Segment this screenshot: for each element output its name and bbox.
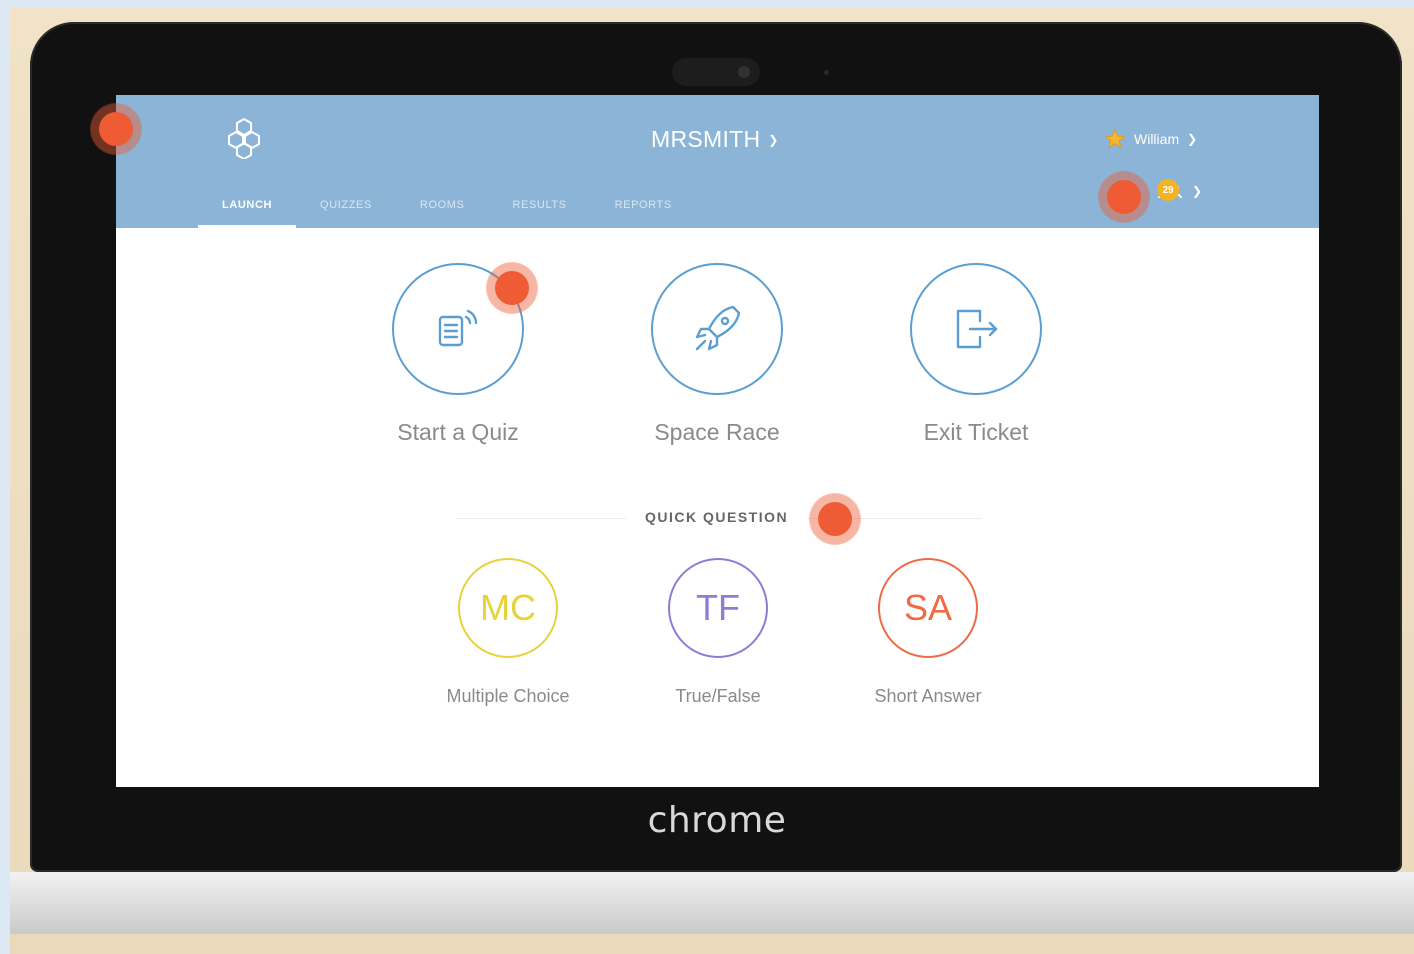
hotspot-marker[interactable] — [99, 112, 133, 146]
chevron-down-icon: ❯ — [1192, 184, 1203, 198]
multiple-choice-button[interactable]: MC — [458, 558, 558, 658]
rocket-icon — [695, 305, 741, 351]
user-name: William — [1134, 131, 1180, 147]
chevron-down-icon: ❯ — [768, 132, 779, 147]
quick-question-title: QUICK QUESTION — [626, 509, 808, 525]
chevron-down-icon: ❯ — [1187, 132, 1198, 146]
true-false-label: True/False — [675, 686, 761, 706]
tab-results[interactable]: RESULTS — [512, 195, 566, 228]
true-false-button[interactable]: TF — [668, 558, 768, 658]
room-selector[interactable]: MRSMITH ❯ — [651, 126, 779, 153]
room-name: MRSMITH — [651, 126, 761, 152]
space-race-action[interactable]: Space Race — [617, 263, 817, 446]
hotspot-marker[interactable] — [818, 502, 852, 536]
quiz-document-icon — [438, 309, 478, 347]
multiple-choice-label: Multiple Choice — [446, 686, 570, 706]
short-answer-label: Short Answer — [874, 686, 982, 706]
tab-rooms[interactable]: ROOMS — [420, 195, 465, 228]
exit-door-icon — [956, 309, 998, 349]
short-answer-button[interactable]: SA — [878, 558, 978, 658]
app-logo-icon — [228, 117, 260, 159]
space-race-button[interactable] — [651, 263, 783, 395]
multiple-choice-option[interactable]: MC Multiple Choice — [408, 558, 608, 707]
hotspot-marker[interactable] — [495, 271, 529, 305]
user-menu[interactable]: William ❯ — [1104, 128, 1197, 150]
main-tabs: LAUNCH QUIZZES ROOMS RESULTS REPORTS — [198, 195, 720, 228]
hotspot-marker[interactable] — [1107, 180, 1141, 214]
star-icon — [1104, 128, 1126, 149]
tab-quizzes[interactable]: QUIZZES — [320, 195, 372, 228]
webcam — [672, 58, 760, 86]
start-quiz-label: Start a Quiz — [397, 419, 519, 445]
short-answer-option[interactable]: SA Short Answer — [828, 558, 1028, 707]
laptop-base — [10, 872, 1414, 934]
student-count-badge: 29 — [1157, 179, 1179, 201]
true-false-option[interactable]: TF True/False — [618, 558, 818, 707]
tab-launch[interactable]: LAUNCH — [198, 195, 297, 228]
exit-ticket-button[interactable] — [910, 263, 1042, 395]
exit-ticket-action[interactable]: Exit Ticket — [876, 263, 1076, 446]
space-race-label: Space Race — [654, 419, 780, 445]
brand-logo: chrome — [647, 800, 787, 841]
camera-sensor — [824, 70, 829, 75]
exit-ticket-label: Exit Ticket — [923, 419, 1029, 445]
top-header: MRSMITH ❯ William ❯ ❯ 29 LAUNCH QUIZZES … — [116, 95, 1319, 228]
tab-reports[interactable]: REPORTS — [615, 195, 672, 228]
